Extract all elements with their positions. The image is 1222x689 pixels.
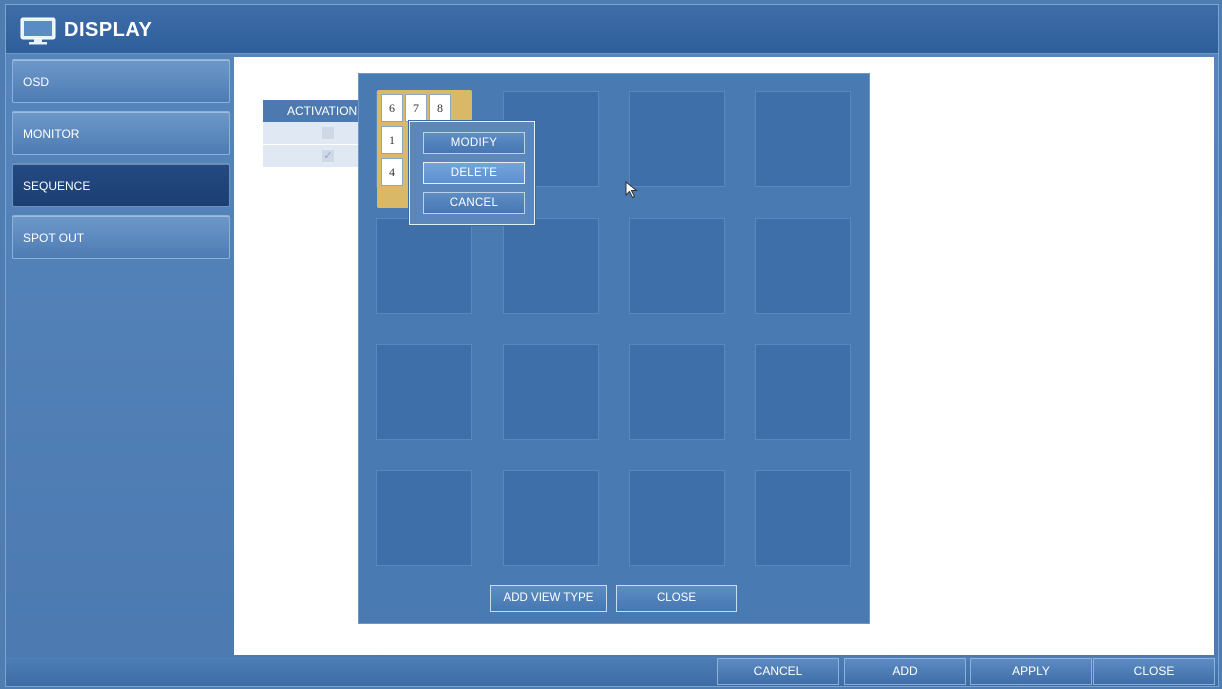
sidebar-item-osd[interactable]: OSD xyxy=(12,59,230,103)
channel-number: 8 xyxy=(429,94,451,122)
table-row: ✓ xyxy=(263,145,368,168)
context-cancel-button[interactable]: CANCEL xyxy=(423,192,525,214)
activation-checkbox[interactable] xyxy=(322,127,334,139)
sidebar-item-sequence[interactable]: SEQUENCE xyxy=(12,163,230,207)
activation-column-header: ACTIVATION xyxy=(263,100,368,122)
delete-button[interactable]: DELETE xyxy=(423,162,525,184)
view-cell[interactable] xyxy=(629,91,725,187)
mouse-cursor-icon xyxy=(625,180,641,204)
view-cell[interactable] xyxy=(376,218,472,314)
view-cell[interactable] xyxy=(755,344,851,440)
channel-number: 6 xyxy=(381,94,403,122)
modify-button[interactable]: MODIFY xyxy=(423,132,525,154)
channel-number: 7 xyxy=(405,94,427,122)
view-type-panel: 6 7 8 1 4 MODIFY DELETE CANCEL ADD VIEW … xyxy=(358,73,870,624)
add-button[interactable]: ADD xyxy=(844,658,966,685)
channel-number: 4 xyxy=(381,158,403,186)
cancel-button[interactable]: CANCEL xyxy=(717,658,839,685)
monitor-icon xyxy=(20,17,56,50)
view-cell[interactable] xyxy=(755,218,851,314)
activation-checkbox-checked[interactable]: ✓ xyxy=(322,150,334,162)
view-cell[interactable] xyxy=(755,91,851,187)
footer-bar: CANCEL ADD APPLY CLOSE xyxy=(6,657,1218,686)
view-cell[interactable] xyxy=(376,470,472,566)
title-bar: DISPLAY xyxy=(6,5,1218,54)
apply-button[interactable]: APPLY xyxy=(970,658,1092,685)
view-cell[interactable] xyxy=(376,344,472,440)
channel-number: 1 xyxy=(381,126,403,154)
view-cell[interactable] xyxy=(629,470,725,566)
view-cell[interactable] xyxy=(755,470,851,566)
sidebar-item-spot-out[interactable]: SPOT OUT xyxy=(12,215,230,259)
sidebar-item-monitor[interactable]: MONITOR xyxy=(12,111,230,155)
context-menu: MODIFY DELETE CANCEL xyxy=(409,121,535,225)
view-cell[interactable] xyxy=(503,344,599,440)
window-title: DISPLAY xyxy=(64,19,153,41)
sidebar: OSD MONITOR SEQUENCE SPOT OUT xyxy=(12,59,230,267)
view-cell[interactable] xyxy=(629,218,725,314)
add-view-type-button[interactable]: ADD VIEW TYPE xyxy=(490,585,607,612)
close-button[interactable]: CLOSE xyxy=(1093,658,1215,685)
table-row xyxy=(263,122,368,145)
view-cell[interactable] xyxy=(503,470,599,566)
panel-close-button[interactable]: CLOSE xyxy=(616,585,737,612)
view-cell[interactable] xyxy=(629,344,725,440)
view-cell[interactable] xyxy=(503,218,599,314)
